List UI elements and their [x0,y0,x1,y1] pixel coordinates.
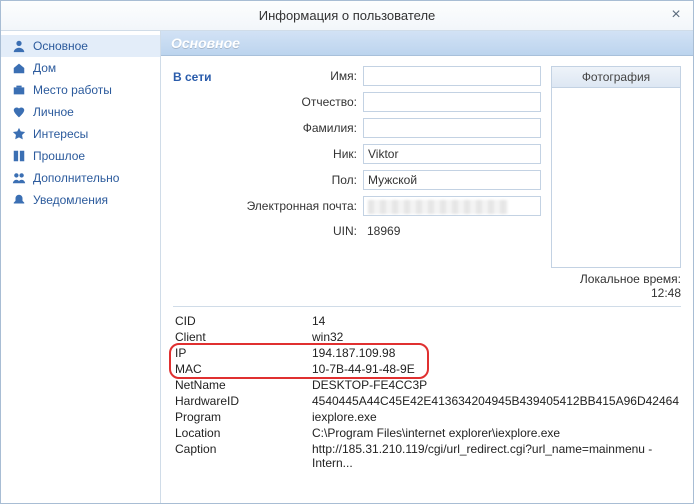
surname-field[interactable] [363,118,541,138]
sidebar-item-1[interactable]: Дом [1,57,160,79]
section-header: Основное [161,31,693,56]
sidebar-item-label: Дом [33,61,56,75]
sidebar-item-6[interactable]: Дополнительно [1,167,160,189]
sidebar-item-7[interactable]: Уведомления [1,189,160,211]
sys-key: IP [173,345,310,361]
email-field[interactable] [363,196,541,216]
sys-key: NetName [173,377,310,393]
uin-label: UIN: [233,224,363,238]
table-row: MAC10-7B-44-91-48-9E [173,361,681,377]
home-icon [11,60,27,76]
table-row: LocationC:\Program Files\internet explor… [173,425,681,441]
middle-field[interactable] [363,92,541,112]
nick-field[interactable] [363,144,541,164]
system-info-table: CID14Clientwin32IP194.187.109.98MAC10-7B… [173,313,681,471]
sys-key: MAC [173,361,310,377]
sys-val: iexplore.exe [310,409,681,425]
heart-icon [11,104,27,120]
table-row: Clientwin32 [173,329,681,345]
middle-label: Отчество: [233,95,363,109]
photo-header: Фотография [551,66,681,88]
email-blurred [368,200,508,214]
sidebar-item-label: Основное [33,39,88,53]
sidebar-item-label: Дополнительно [33,171,119,185]
nick-label: Ник: [233,147,363,161]
email-label: Электронная почта: [233,199,363,213]
sidebar-item-2[interactable]: Место работы [1,79,160,101]
sys-val: C:\Program Files\internet explorer\iexpl… [310,425,681,441]
sys-key: HardwareID [173,393,310,409]
book-icon [11,148,27,164]
bell-icon [11,192,27,208]
name-label: Имя: [233,69,363,83]
sidebar-item-4[interactable]: Интересы [1,123,160,145]
sidebar-item-label: Прошлое [33,149,85,163]
sys-val: 194.187.109.98 [310,345,681,361]
window-title: Информация о пользователе [259,8,436,23]
local-time: Локальное время: 12:48 [551,272,681,300]
person-icon [11,38,27,54]
divider [173,306,681,307]
sidebar: Основное Дом Место работы Личное Интересы Про… [1,31,161,503]
uin-value: 18969 [363,222,541,240]
sys-key: CID [173,313,310,329]
sys-key: Caption [173,441,310,471]
gender-label: Пол: [233,173,363,187]
table-row: CID14 [173,313,681,329]
sys-val: DESKTOP-FE4CC3P [310,377,681,393]
briefcase-icon [11,82,27,98]
sidebar-item-3[interactable]: Личное [1,101,160,123]
table-row: Programiexplore.exe [173,409,681,425]
table-row: NetNameDESKTOP-FE4CC3P [173,377,681,393]
table-row: Captionhttp://185.31.210.119/cgi/url_red… [173,441,681,471]
people-icon [11,170,27,186]
sys-val: 14 [310,313,681,329]
sidebar-item-0[interactable]: Основное [1,35,160,57]
sidebar-item-label: Интересы [33,127,88,141]
sidebar-item-label: Личное [33,105,74,119]
online-status: В сети [173,66,223,84]
star-icon [11,126,27,142]
sys-val: 10-7B-44-91-48-9E [310,361,681,377]
close-icon[interactable]: × [667,7,685,25]
titlebar: Информация о пользователе × [1,1,693,31]
sys-key: Program [173,409,310,425]
sidebar-item-label: Уведомления [33,193,108,207]
sys-key: Location [173,425,310,441]
sys-key: Client [173,329,310,345]
sidebar-item-label: Место работы [33,83,112,97]
table-row: IP194.187.109.98 [173,345,681,361]
sys-val: http://185.31.210.119/cgi/url_redirect.c… [310,441,681,471]
photo-box[interactable] [551,88,681,268]
sys-val: 4540445A44C45E42E413634204945B439405412B… [310,393,681,409]
name-field[interactable] [363,66,541,86]
sys-val: win32 [310,329,681,345]
surname-label: Фамилия: [233,121,363,135]
user-info-window: Информация о пользователе × Основное Дом М… [0,0,694,504]
sidebar-item-5[interactable]: Прошлое [1,145,160,167]
table-row: HardwareID4540445A44C45E42E413634204945B… [173,393,681,409]
gender-field[interactable] [363,170,541,190]
